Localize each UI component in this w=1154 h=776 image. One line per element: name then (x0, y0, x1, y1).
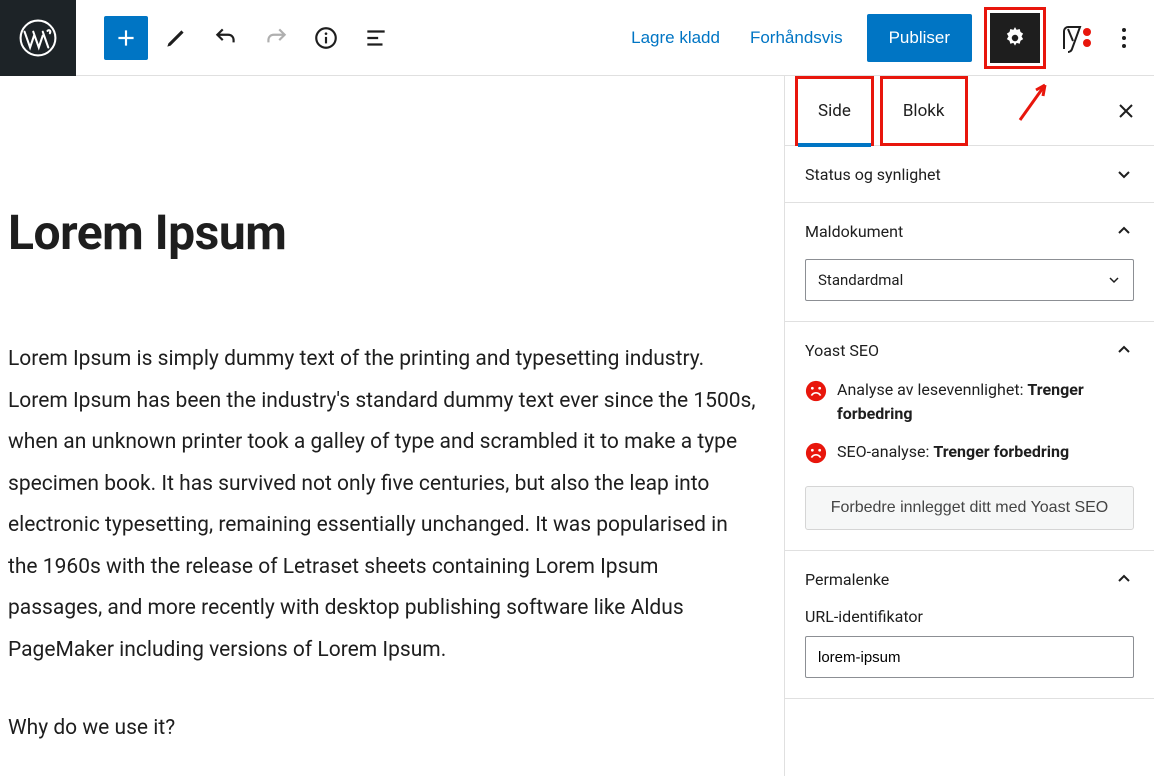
panel-status: Status og synlighet (785, 146, 1154, 203)
panel-title: Status og synlighet (805, 165, 941, 184)
yoast-button[interactable] (1058, 21, 1092, 55)
chevron-down-icon (1114, 164, 1134, 184)
panel-title: Maldokument (805, 222, 903, 241)
url-slug-input[interactable] (805, 636, 1134, 678)
post-title[interactable]: Lorem Ipsum (8, 204, 776, 261)
preview-button[interactable]: Forhåndsvis (744, 20, 849, 56)
post-content[interactable]: Lorem Ipsum is simply dummy text of the … (8, 339, 756, 749)
panel-yoast-header[interactable]: Yoast SEO (785, 322, 1154, 378)
edit-icon[interactable] (154, 16, 198, 60)
paragraph-block[interactable]: Lorem Ipsum is simply dummy text of the … (8, 339, 756, 672)
panel-title: Yoast SEO (805, 341, 879, 360)
wordpress-logo[interactable] (0, 0, 76, 76)
panel-title: Permalenke (805, 570, 889, 589)
chevron-down-icon (1107, 273, 1121, 287)
settings-sidebar: Side Blokk Status og synlighet Maldokume… (784, 76, 1154, 776)
editor-canvas[interactable]: Lorem Ipsum Lorem Ipsum is simply dummy … (0, 76, 784, 776)
more-options-button[interactable] (1110, 16, 1138, 60)
url-slug-label: URL-identifikator (805, 607, 1134, 626)
tab-block[interactable]: Blokk (880, 76, 968, 146)
template-select[interactable]: Standardmal (805, 259, 1134, 301)
panel-yoast: Yoast SEO Analyse av lesevennlighet: Tre… (785, 322, 1154, 551)
panel-permalink-header[interactable]: Permalenke (785, 551, 1154, 607)
panel-status-header[interactable]: Status og synlighet (785, 146, 1154, 202)
publish-button[interactable]: Publiser (867, 14, 972, 62)
panel-template: Maldokument Standardmal (785, 203, 1154, 322)
template-value: Standardmal (818, 271, 903, 289)
save-draft-button[interactable]: Lagre kladd (625, 20, 726, 56)
chevron-up-icon (1114, 221, 1134, 241)
frown-icon (805, 442, 827, 464)
yoast-seo-row: SEO-analyse: Trenger forbedring (805, 440, 1134, 464)
main-area: Lorem Ipsum Lorem Ipsum is simply dummy … (0, 76, 1154, 776)
chevron-up-icon (1114, 569, 1134, 589)
paragraph-block[interactable]: Why do we use it? (8, 708, 756, 750)
undo-icon[interactable] (204, 16, 248, 60)
yoast-improve-button[interactable]: Forbedre innlegget ditt med Yoast SEO (805, 486, 1134, 530)
panel-permalink: Permalenke URL-identifikator (785, 551, 1154, 699)
top-toolbar: Lagre kladd Forhåndsvis Publiser (0, 0, 1154, 76)
close-sidebar-button[interactable] (1108, 93, 1144, 129)
panel-template-header[interactable]: Maldokument (785, 203, 1154, 259)
settings-button[interactable] (990, 13, 1040, 63)
frown-icon (805, 380, 827, 402)
chevron-up-icon (1114, 340, 1134, 360)
redo-icon (254, 16, 298, 60)
tab-page[interactable]: Side (795, 76, 874, 146)
sidebar-tabs: Side Blokk (785, 76, 1154, 146)
toolbar-right-group: Lagre kladd Forhåndsvis Publiser (625, 13, 1154, 63)
add-block-button[interactable] (104, 16, 148, 60)
toolbar-left-group (76, 16, 398, 60)
info-icon[interactable] (304, 16, 348, 60)
outline-icon[interactable] (354, 16, 398, 60)
yoast-readability-row: Analyse av lesevennlighet: Trenger forbe… (805, 378, 1134, 426)
